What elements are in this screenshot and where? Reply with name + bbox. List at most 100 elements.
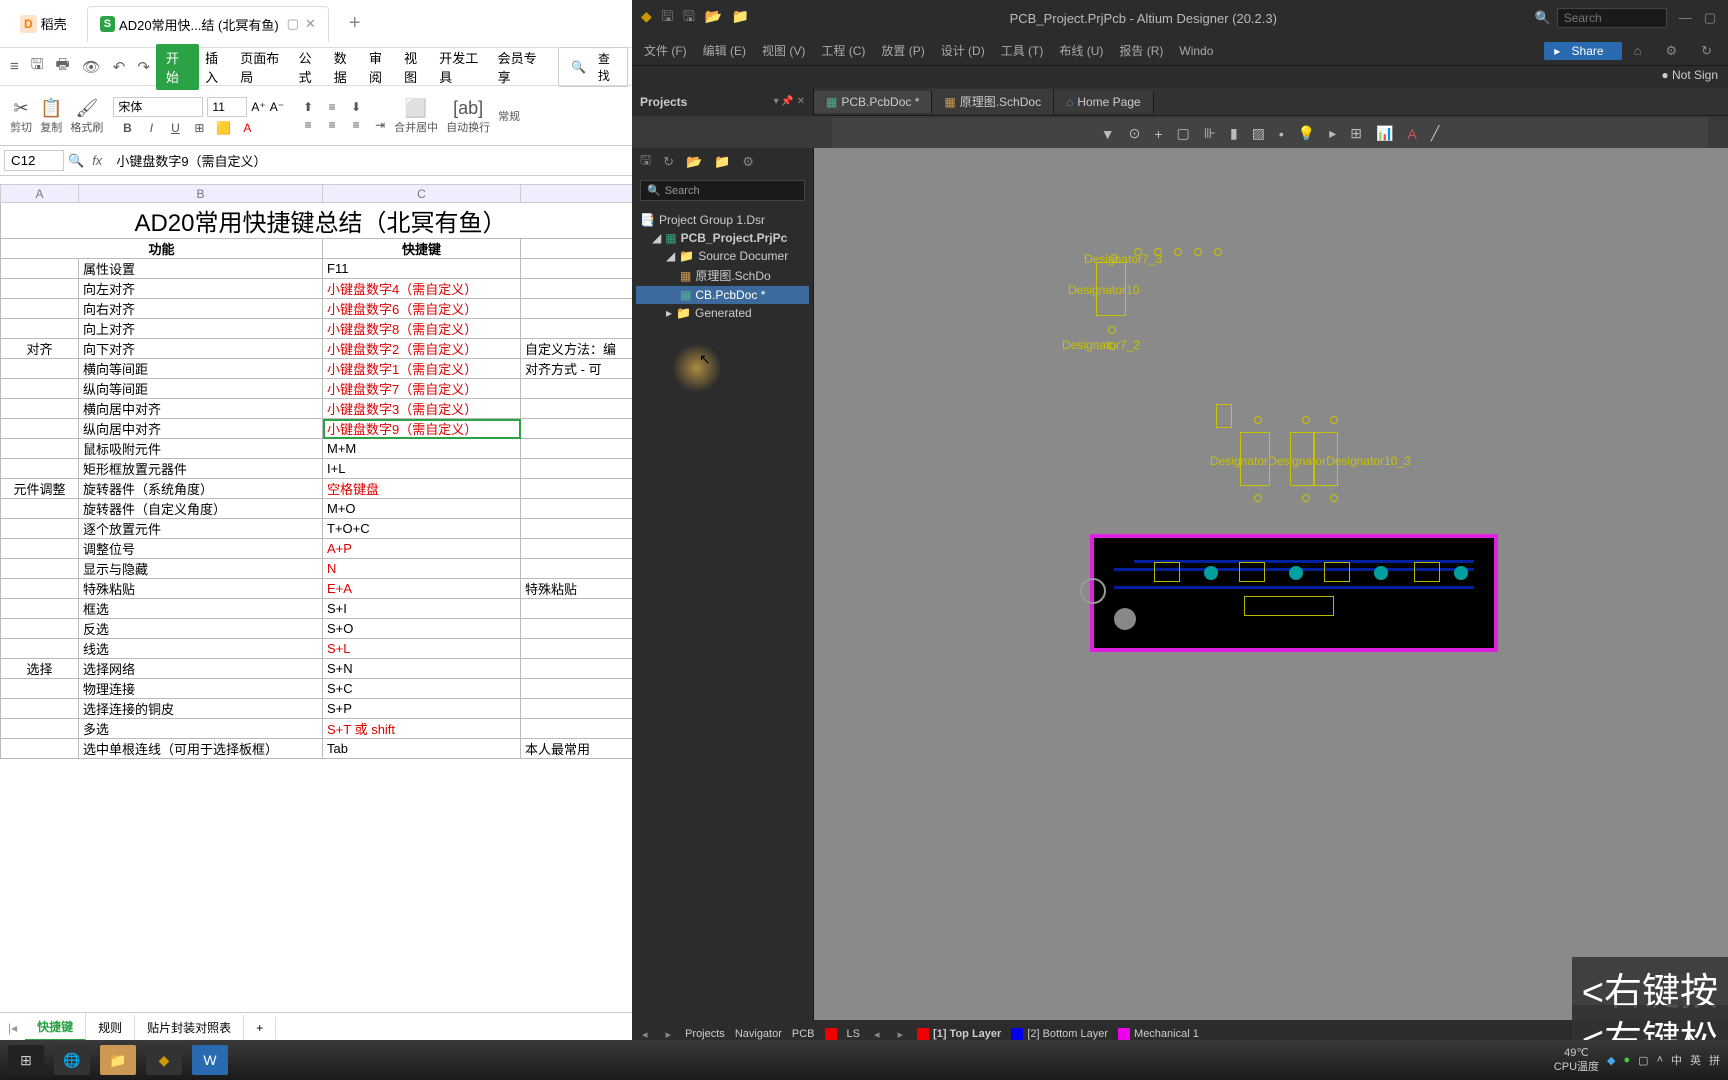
sheet-tab-3[interactable]: 贴片封装对照表 [135,1015,244,1040]
cell[interactable]: 向下对齐 [79,339,323,359]
panel-folder2-icon[interactable]: 📁 [714,154,730,170]
menu-search[interactable]: 🔍查找 [558,47,628,87]
align-top-icon[interactable]: ⬆ [298,100,318,114]
cell[interactable]: 特殊粘贴 [79,579,323,599]
menu-review[interactable]: 审阅 [363,48,398,86]
tool-flag-icon[interactable]: ▸ [1329,125,1336,142]
switch-footprint[interactable] [1239,562,1265,582]
tray-up-icon[interactable]: ˄ [1657,1054,1663,1066]
maximize-icon[interactable]: ▢ [1704,10,1716,25]
header-key[interactable]: 快捷键 [323,239,521,259]
menu-design[interactable]: 设计 (D) [933,42,993,59]
cell[interactable] [521,619,633,639]
cell[interactable]: 纵向等间距 [79,379,323,399]
tool-line-icon[interactable]: ╱ [1431,125,1439,142]
cell[interactable]: 向上对齐 [79,319,323,339]
spreadsheet-grid[interactable]: ABC AD20常用快捷键总结（北冥有鱼） 功能快捷键 属性设置F11向左对齐小… [0,184,632,1012]
pcb-pad[interactable] [1110,254,1118,262]
cell[interactable] [521,399,633,419]
cell[interactable] [521,379,633,399]
menu-icon[interactable]: ≡ [4,58,25,75]
cell[interactable] [521,319,633,339]
cell[interactable]: 小键盘数字7（需自定义） [323,379,521,399]
pcb-trace[interactable] [1114,586,1474,589]
tree-pcb-file[interactable]: ▦CB.PcbDoc * [636,286,809,304]
panel-pcb-btn[interactable]: PCB [792,1028,815,1040]
cell[interactable]: 小键盘数字4（需自定义） [323,279,521,299]
pcb-pad[interactable] [1108,342,1116,350]
cell[interactable]: 小键盘数字8（需自定义） [323,319,521,339]
panel-projects-btn[interactable]: Projects [685,1028,725,1040]
print-icon[interactable]: 🖶 [50,54,76,79]
pcb-pad[interactable] [1154,248,1162,256]
ime-input[interactable]: 拼 [1709,1052,1720,1068]
project-search-input[interactable]: 🔍Search [640,180,805,201]
tray-icon[interactable]: ◆ [1607,1054,1615,1067]
explorer-icon[interactable]: 📁 [100,1045,136,1075]
bold-icon[interactable]: B [117,121,137,135]
cell[interactable]: 旋转器件（自定义角度） [79,499,323,519]
menu-page[interactable]: 页面布局 [234,48,292,86]
new-tab-button[interactable]: + [337,6,373,42]
sheet-nav-first[interactable]: |◂ [0,1021,25,1035]
layer-bottom[interactable]: [2] Bottom Layer [1011,1028,1108,1040]
ad-search-input[interactable] [1557,8,1667,28]
cell[interactable] [521,299,633,319]
cell[interactable]: 选中单根连线（可用于选择板框） [79,739,323,759]
cell[interactable]: 自定义方法：编 [521,339,633,359]
pcb-pad[interactable] [1302,494,1310,502]
col-header-a[interactable]: A [1,185,79,203]
underline-icon[interactable]: U [165,121,185,135]
cell[interactable] [1,359,79,379]
cell[interactable] [1,679,79,699]
cell[interactable] [521,659,633,679]
cell[interactable]: S+T 或 shift [323,719,521,739]
cell[interactable]: A+P [323,539,521,559]
arrow-icon[interactable]: ▸ [894,1028,908,1041]
wrap-group[interactable]: [ab]自动换行 [446,97,490,135]
cell[interactable]: E+A [323,579,521,599]
menu-file[interactable]: 文件 (F) [636,42,695,59]
cell[interactable] [1,499,79,519]
wps-icon[interactable]: W [192,1045,228,1075]
cell[interactable]: 选择网络 [79,659,323,679]
cell[interactable]: 横向等间距 [79,359,323,379]
cell[interactable]: 空格键盘 [323,479,521,499]
menu-dev[interactable]: 开发工具 [433,48,491,86]
cell[interactable]: 逐个放置元件 [79,519,323,539]
cell[interactable] [1,439,79,459]
panel-navigator-btn[interactable]: Navigator [735,1028,782,1040]
merge-group[interactable]: ⬜合并居中 [394,97,438,135]
panel-save-icon[interactable]: 🖫 [640,151,651,173]
cell[interactable] [1,419,79,439]
cell[interactable] [1,599,79,619]
menu-window[interactable]: Windo [1171,44,1221,58]
cell[interactable] [521,719,633,739]
cell[interactable] [521,699,633,719]
ime-mode[interactable]: 英 [1690,1052,1701,1068]
cell[interactable]: 反选 [79,619,323,639]
cell[interactable]: S+C [323,679,521,699]
cell[interactable]: M+M [323,439,521,459]
arrow-icon[interactable]: ◂ [870,1028,884,1041]
tree-sch-file[interactable]: ▦原理图.SchDo [636,265,809,286]
panel-refresh-icon[interactable]: ↻ [663,154,674,170]
dec-font-icon[interactable]: A⁻ [270,100,284,114]
search-fx-icon[interactable]: 🔍 [68,153,84,169]
cell[interactable]: 属性设置 [79,259,323,279]
cell[interactable] [521,479,633,499]
pcb-pad[interactable] [1302,416,1310,424]
cell[interactable]: 线选 [79,639,323,659]
cell[interactable] [521,439,633,459]
cell[interactable] [521,279,633,299]
cell[interactable]: F11 [323,259,521,279]
cell[interactable]: T+O+C [323,519,521,539]
menu-data[interactable]: 数据 [328,48,363,86]
tool-text-icon[interactable]: A [1407,126,1416,142]
menu-tools[interactable]: 工具 (T) [993,42,1052,59]
cell[interactable]: 小键盘数字3（需自定义） [323,399,521,419]
inc-font-icon[interactable]: A⁺ [251,100,265,114]
cell[interactable] [1,459,79,479]
cell[interactable]: 对齐 [1,339,79,359]
menu-view[interactable]: 视图 [398,48,433,86]
